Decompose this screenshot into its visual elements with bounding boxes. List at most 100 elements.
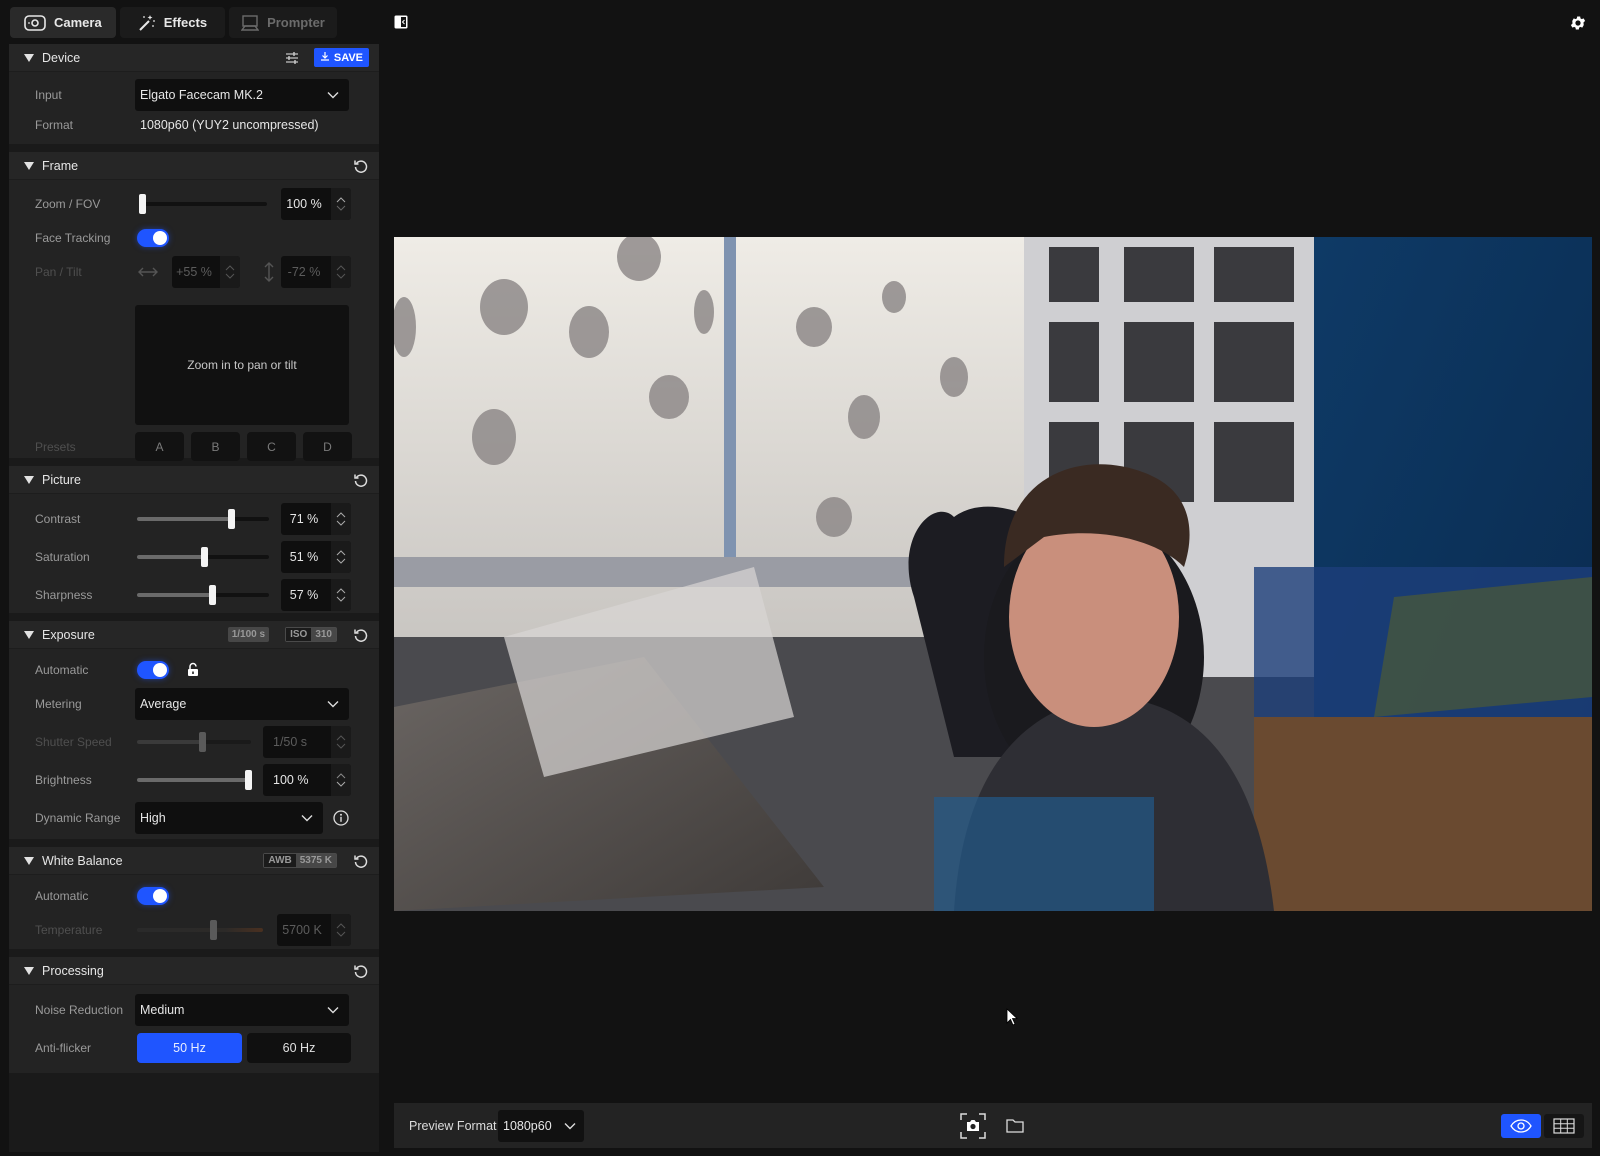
chevron-up-icon[interactable] (336, 588, 346, 594)
slider-thumb[interactable] (139, 194, 146, 214)
pan-tilt-pad[interactable]: Zoom in to pan or tilt (135, 305, 349, 425)
chevron-up-icon[interactable] (336, 197, 346, 203)
grid-overlay-toggle[interactable] (1544, 1113, 1584, 1138)
collapse-triangle-icon[interactable] (24, 161, 34, 170)
tab-camera[interactable]: Camera (10, 7, 116, 38)
brightness-stepper[interactable] (331, 764, 351, 796)
picture-section: Picture Contrast 71 % Saturation 51 % Sh… (9, 466, 379, 613)
brightness-input[interactable]: 100 % (263, 764, 351, 796)
metering-select[interactable]: Average (135, 688, 349, 720)
section-title: Processing (42, 963, 104, 978)
slider-thumb[interactable] (209, 920, 217, 940)
slider-thumb[interactable] (245, 770, 252, 790)
shutter-speed-slider[interactable] (137, 732, 251, 752)
chevron-down-icon[interactable] (336, 596, 346, 602)
slider-thumb[interactable] (209, 585, 217, 605)
chevron-down-icon (564, 1122, 576, 1129)
sharpness-slider[interactable] (137, 585, 269, 605)
preview-view-toggle[interactable] (1501, 1113, 1541, 1138)
frame-section-header[interactable]: Frame (9, 152, 379, 180)
preview-format-select[interactable]: 1080p60 (498, 1109, 584, 1142)
chevron-up-icon[interactable] (336, 773, 346, 779)
temperature-stepper[interactable] (331, 914, 351, 946)
temperature-input[interactable]: 5700 K (277, 914, 351, 946)
anti-flicker-50hz-button[interactable]: 50 Hz (137, 1033, 242, 1063)
chevron-up-icon[interactable] (336, 550, 346, 556)
unlock-icon[interactable] (187, 662, 199, 680)
tilt-stepper[interactable] (331, 256, 351, 288)
save-label: SAVE (333, 51, 363, 64)
reset-icon[interactable] (353, 158, 369, 174)
sidebar-toggle-icon[interactable] (394, 15, 408, 29)
settings-gear-icon[interactable] (1569, 14, 1587, 32)
collapse-triangle-icon[interactable] (24, 53, 34, 62)
camera-preview[interactable] (394, 237, 1592, 911)
zoom-fov-stepper[interactable] (331, 188, 351, 220)
noise-reduction-select[interactable]: Medium (135, 994, 349, 1026)
chevron-down-icon[interactable] (336, 558, 346, 564)
shutter-speed-stepper[interactable] (331, 726, 351, 758)
contrast-stepper[interactable] (331, 503, 351, 535)
slider-thumb[interactable] (227, 509, 235, 529)
saturation-slider[interactable] (137, 547, 269, 567)
temperature-slider[interactable] (137, 920, 263, 940)
processing-section-header[interactable]: Processing (9, 957, 379, 985)
preset-a-button[interactable]: A (135, 432, 184, 461)
white-balance-section-header[interactable]: White Balance AWB 5375 K (9, 847, 379, 875)
sharpness-input[interactable]: 57 % (281, 579, 351, 611)
chevron-up-icon[interactable] (336, 512, 346, 518)
reset-icon[interactable] (353, 963, 369, 979)
tab-prompter[interactable]: Prompter (229, 7, 337, 38)
exposure-automatic-toggle[interactable] (137, 661, 169, 679)
dynamic-range-select[interactable]: High (135, 802, 323, 834)
input-select[interactable]: Elgato Facecam MK.2 (135, 79, 349, 111)
contrast-value: 71 % (289, 512, 319, 526)
preview-format-label: Preview Format (409, 1118, 497, 1133)
preset-b-button[interactable]: B (191, 432, 240, 461)
face-tracking-label: Face Tracking (35, 231, 111, 245)
preset-c-button[interactable]: C (247, 432, 296, 461)
pan-stepper[interactable] (220, 256, 240, 288)
device-section-header[interactable]: Device SAVE (9, 44, 379, 72)
pan-input[interactable]: +55 % (172, 256, 240, 288)
chevron-down-icon (327, 92, 339, 99)
chevron-down-icon[interactable] (336, 205, 346, 211)
reset-icon[interactable] (353, 472, 369, 488)
shutter-speed-input[interactable]: 1/50 s (263, 726, 351, 758)
saturation-stepper[interactable] (331, 541, 351, 573)
collapse-triangle-icon[interactable] (24, 966, 34, 975)
save-button[interactable]: SAVE (313, 48, 369, 67)
contrast-input[interactable]: 71 % (281, 503, 351, 535)
tab-effects[interactable]: Effects (119, 7, 226, 38)
collapse-triangle-icon[interactable] (24, 475, 34, 484)
collapse-triangle-icon[interactable] (24, 630, 34, 639)
picture-section-header[interactable]: Picture (9, 466, 379, 494)
saturation-input[interactable]: 51 % (281, 541, 351, 573)
open-folder-button[interactable] (1006, 1118, 1024, 1134)
contrast-slider[interactable] (137, 509, 269, 529)
face-tracking-toggle[interactable] (137, 229, 169, 247)
zoom-fov-input[interactable]: 100 % (281, 188, 351, 220)
anti-flicker-60hz-button[interactable]: 60 Hz (247, 1033, 351, 1063)
collapse-triangle-icon[interactable] (24, 856, 34, 865)
reset-icon[interactable] (353, 853, 369, 869)
reset-icon[interactable] (353, 627, 369, 643)
info-icon[interactable] (333, 810, 349, 826)
wb-automatic-toggle[interactable] (137, 887, 169, 905)
mouse-cursor-icon (1006, 1008, 1018, 1026)
zoom-fov-slider[interactable] (139, 194, 267, 214)
slider-thumb[interactable] (201, 547, 209, 567)
tilt-input[interactable]: -72 % (281, 256, 351, 288)
preset-d-button[interactable]: D (303, 432, 352, 461)
slider-thumb[interactable] (198, 732, 206, 752)
capture-snapshot-button[interactable] (959, 1112, 987, 1140)
section-title: Device (42, 50, 81, 65)
exposure-section-header[interactable]: Exposure 1/100 s ISO 310 (9, 621, 379, 649)
sliders-adjust-icon[interactable] (284, 50, 300, 66)
chevron-down-icon[interactable] (336, 781, 346, 787)
chevron-down-icon[interactable] (336, 520, 346, 526)
tab-label: Camera (54, 15, 102, 30)
pan-tilt-pad-message: Zoom in to pan or tilt (187, 358, 297, 372)
brightness-slider[interactable] (137, 770, 252, 790)
sharpness-stepper[interactable] (331, 579, 351, 611)
